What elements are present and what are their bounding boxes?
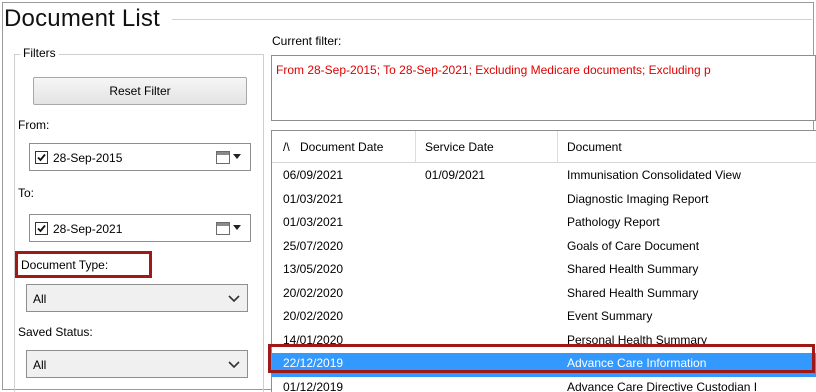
saved-status-select[interactable]: All	[26, 350, 248, 378]
cell-document: Goals of Care Document	[567, 238, 700, 253]
table-row[interactable]: 06/09/2021 01/09/2021 Immunisation Consoli…	[272, 165, 816, 189]
to-label: To:	[18, 186, 35, 200]
cell-document-date: 01/03/2021	[283, 215, 344, 229]
cell-document: Diagnostic Imaging Report	[567, 191, 709, 206]
cell-document-date: 01/03/2021	[283, 191, 344, 206]
check-icon	[37, 224, 46, 233]
table-row[interactable]: 20/02/2020 Shared Health Summary	[272, 283, 816, 307]
table-row[interactable]: 01/03/2021 Pathology Report	[272, 212, 816, 236]
column-header-document[interactable]: Document	[567, 140, 622, 154]
title-divider	[172, 19, 812, 20]
cell-document: Event Summary	[567, 309, 653, 323]
table-row[interactable]: 25/07/2020 Goals of Care Document	[272, 236, 816, 260]
table-row[interactable]: 13/05/2020 Shared Health Summary	[272, 259, 816, 283]
calendar-icon[interactable]	[216, 222, 230, 235]
cell-document: Advance Care Directive Custodian I	[567, 379, 758, 392]
page-title: Document List	[4, 5, 160, 32]
current-filter-box: From 28-Sep-2015; To 28-Sep-2021; Exclud…	[271, 55, 816, 121]
table-row[interactable]: 01/03/2021 Diagnostic Imaging Report	[272, 189, 816, 213]
column-separator[interactable]	[415, 131, 416, 163]
cell-document-date: 06/09/2021	[283, 168, 344, 182]
selected-row-highlight	[268, 344, 815, 373]
dropdown-arrow-icon[interactable]	[233, 225, 241, 230]
saved-status-label: Saved Status:	[18, 325, 93, 339]
column-header-service-date[interactable]: Service Date	[425, 140, 494, 154]
dropdown-arrow-icon[interactable]	[233, 154, 241, 159]
cell-document-date: 13/05/2020	[283, 262, 344, 276]
chevron-down-icon	[228, 295, 240, 303]
saved-status-value: All	[33, 358, 47, 372]
document-type-value: All	[33, 292, 47, 306]
current-filter-text: From 28-Sep-2015; To 28-Sep-2021; Exclud…	[276, 63, 711, 77]
from-enabled-checkbox[interactable]	[35, 151, 48, 164]
table-row[interactable]: 01/12/2019 Advance Care Directive Custodi…	[272, 377, 816, 392]
filters-legend: Filters	[20, 46, 59, 60]
cell-document: Shared Health Summary	[567, 262, 699, 276]
cell-document: Shared Health Summary	[567, 285, 699, 300]
cell-document: Pathology Report	[567, 215, 660, 229]
column-separator[interactable]	[557, 131, 558, 163]
cell-document-date: 25/07/2020	[283, 238, 344, 253]
to-enabled-checkbox[interactable]	[35, 222, 48, 235]
sort-ascending-icon: /\	[283, 140, 290, 154]
to-date-value: 28-Sep-2021	[53, 222, 123, 236]
to-date-picker[interactable]: 28-Sep-2021	[29, 214, 251, 242]
document-type-highlight	[15, 251, 152, 278]
chevron-down-icon	[228, 361, 240, 369]
calendar-icon[interactable]	[216, 151, 230, 164]
from-date-value: 28-Sep-2015	[53, 151, 123, 165]
from-label: From:	[18, 118, 50, 132]
check-icon	[37, 153, 46, 162]
grid-header: /\ Document Date Service Date Document	[272, 131, 816, 163]
column-header-document-date[interactable]: Document Date	[300, 140, 383, 154]
table-row[interactable]: 20/02/2020 Event Summary	[272, 306, 816, 330]
cell-document-date: 20/02/2020	[283, 285, 344, 300]
current-filter-label: Current filter:	[272, 34, 342, 48]
cell-document: Immunisation Consolidated View	[567, 168, 741, 182]
cell-service-date: 01/09/2021	[425, 168, 486, 182]
from-date-picker[interactable]: 28-Sep-2015	[29, 143, 251, 171]
cell-document-date: 20/02/2020	[283, 309, 344, 323]
cell-document-date: 01/12/2019	[283, 379, 344, 392]
reset-filter-button[interactable]: Reset Filter	[33, 77, 247, 105]
document-type-select[interactable]: All	[26, 284, 248, 312]
